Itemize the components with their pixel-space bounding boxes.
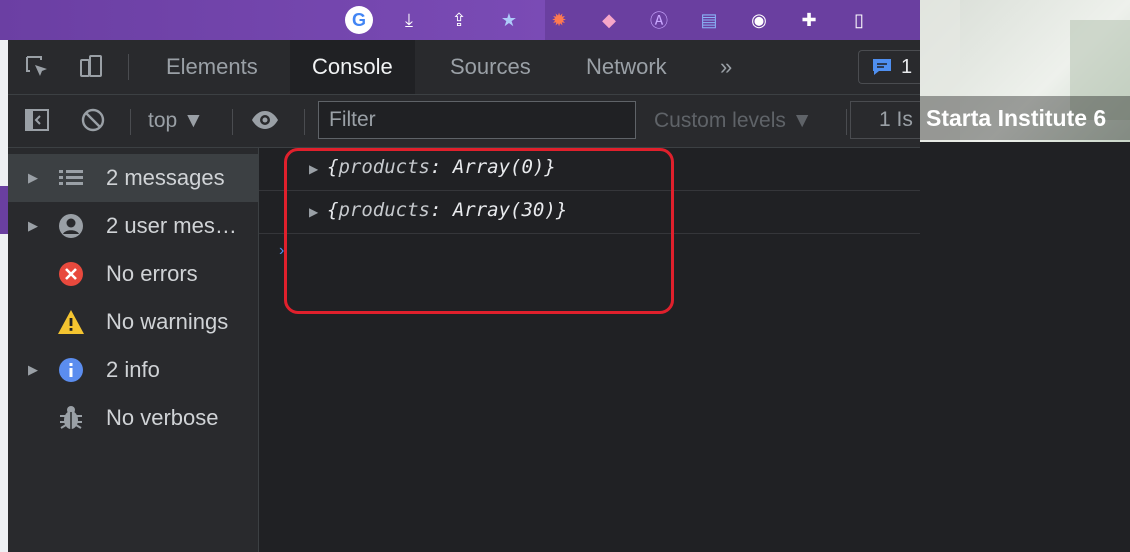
extension-a-icon[interactable]: Ⓐ [645,6,673,34]
more-tabs-button[interactable]: » [698,40,754,94]
log-levels-dropdown[interactable]: Custom levels ▼ [654,95,813,147]
sidebar-item-label: 2 messages [106,165,225,190]
toolbar-divider [232,109,233,135]
sidebar-item-error[interactable]: No errors [8,250,258,298]
google-icon[interactable]: G [345,6,373,34]
error-icon [56,259,86,289]
issues-count-button[interactable]: 1 Is [850,101,930,139]
share-icon[interactable]: ⇪ [445,6,473,34]
issues-badge-count: 1 [901,55,913,78]
sidebar-item-label: No errors [106,261,198,286]
extension-red-icon[interactable]: ✹ [545,6,573,34]
extension-pink-icon[interactable]: ◆ [595,6,623,34]
sidebar-item-list[interactable]: ▶ 2 messages [8,154,258,202]
tabbar-divider [128,54,129,80]
puzzle-icon[interactable]: ✚ [795,6,823,34]
toolbar-divider [846,109,847,135]
highlight-annotation [284,148,674,314]
extension-circle-icon[interactable]: ◉ [745,6,773,34]
sidebar-item-label: 2 user mes… [106,213,237,238]
expand-arrow-icon[interactable]: ▶ [28,218,38,234]
expand-arrow-icon[interactable]: ▶ [28,170,38,186]
info-icon [56,355,86,385]
list-icon [56,163,86,193]
sidebar-toggle-icon[interactable] [22,105,52,135]
extension-blue-icon[interactable]: ▤ [695,6,723,34]
sidebar-item-user[interactable]: ▶ 2 user mes… [8,202,258,250]
toolbar-divider [130,109,131,135]
expand-arrow-icon[interactable]: ▶ [28,362,38,378]
tab-sources[interactable]: Sources [428,40,553,94]
issues-badge[interactable]: 1 [858,50,928,84]
tab-elements[interactable]: Elements [144,40,280,94]
webcam-name-label: Starta Institute 6 [920,96,1130,140]
warning-icon [56,307,86,337]
sidebar-item-label: 2 info [106,357,160,382]
sidebar-item-bug[interactable]: No verbose [8,394,258,442]
user-icon [56,211,86,241]
tab-console[interactable]: Console [290,40,415,94]
sidepanel-icon[interactable]: ▯ [845,6,873,34]
filter-input[interactable]: Filter [318,101,636,139]
extension-icons: G ⤓ ⇪ ★ ✹ ◆ Ⓐ ▤ ◉ ✚ ▯ [345,0,895,40]
sidebar-item-label: No verbose [106,405,219,430]
clear-console-icon[interactable] [78,105,108,135]
page-gutter [0,40,8,552]
devtools-tabbar: Elements Console Sources Network » 1 [8,40,928,95]
browser-toolbar: G ⤓ ⇪ ★ ✹ ◆ Ⓐ ▤ ◉ ✚ ▯ [0,0,920,40]
message-icon [873,59,891,75]
tab-network[interactable]: Network [564,40,689,94]
console-sidebar: ▶ 2 messages ▶ 2 user mes… No errors No warni… [8,148,259,552]
console-toolbar: top ▼ Filter Custom levels ▼ 1 Is [8,95,930,148]
inspect-element-icon[interactable] [22,52,52,82]
context-selector[interactable]: top ▼ [148,95,204,147]
right-dark-area [920,142,1130,552]
sidebar-item-warning[interactable]: No warnings [8,298,258,346]
sidebar-item-label: No warnings [106,309,229,334]
bookmark-star-icon[interactable]: ★ [495,6,523,34]
webcam-overlay: Starta Institute 6 [920,0,1130,142]
sidebar-item-info[interactable]: ▶ 2 info [8,346,258,394]
page-stripe [0,186,8,234]
install-icon[interactable]: ⤓ [395,6,423,34]
device-toolbar-icon[interactable] [76,52,106,82]
bug-icon [56,403,86,433]
toolbar-divider [304,109,305,135]
eye-icon[interactable] [250,105,280,135]
